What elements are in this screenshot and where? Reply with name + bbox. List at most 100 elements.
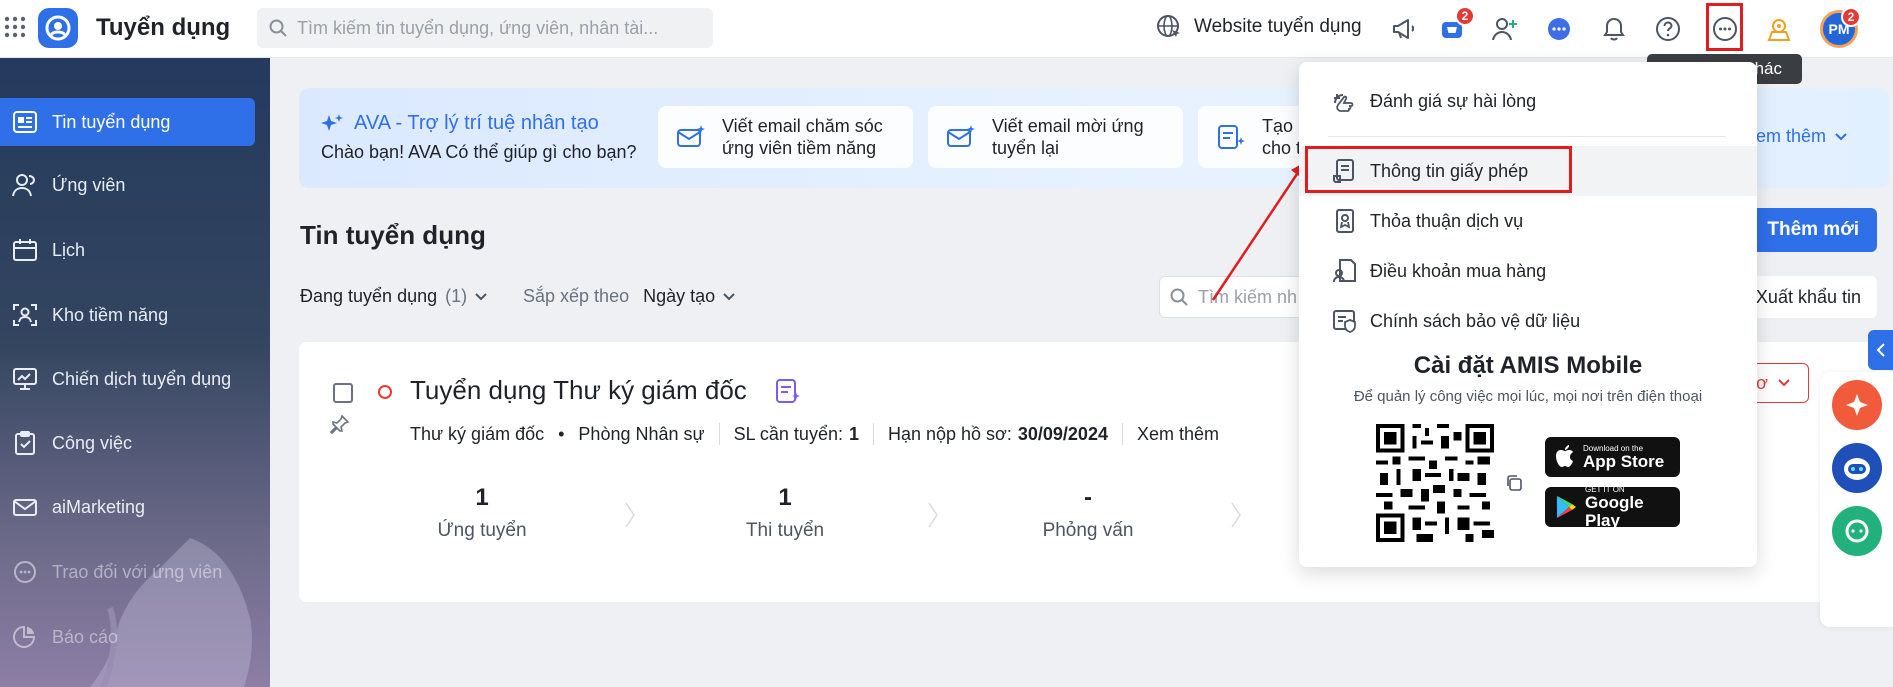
- stat-applied[interactable]: 1 Ứng tuyển: [402, 484, 562, 542]
- sort-label: Sắp xếp theo: [523, 286, 630, 306]
- apple-icon: [1555, 445, 1575, 469]
- job-see-more[interactable]: Xem thêm: [1137, 424, 1219, 445]
- sort-value: Ngày tạo: [643, 286, 716, 306]
- ava-subtitle: Chào bạn! AVA Có thể giúp gì cho bạn?: [321, 142, 637, 162]
- job-quantity: 1: [848, 423, 859, 444]
- help-icon[interactable]: [1651, 12, 1685, 46]
- chevron-down-icon: [475, 292, 487, 301]
- report-icon: [12, 625, 38, 649]
- sidebar-item-candidate-chat[interactable]: Trao đổi với ứng viên: [0, 548, 255, 596]
- task-icon: [12, 431, 38, 455]
- sidebar-item-aimarketing[interactable]: aiMarketing: [0, 483, 255, 531]
- stat-number: 1: [778, 484, 792, 511]
- menu-item-satisfaction[interactable]: Đánh giá sự hài lòng: [1299, 76, 1757, 126]
- sidebar: Tin tuyển dụng Ứng viên Lịch Kho tiềm nă…: [0, 58, 270, 687]
- status-filter[interactable]: Đang tuyển dụng (1): [300, 286, 487, 307]
- apps-grid-icon[interactable]: [4, 16, 26, 38]
- sidebar-item-label: Kho tiềm năng: [52, 304, 169, 325]
- menu-item-label: Chính sách bảo vệ dữ liệu: [1370, 310, 1581, 331]
- chevron-down-icon: [723, 292, 735, 301]
- ava-see-more[interactable]: em thêm: [1756, 126, 1848, 147]
- sidebar-item-label: Chiến dịch tuyển dụng: [52, 368, 232, 389]
- meta-divider: [718, 423, 720, 445]
- copy-icon[interactable]: [1505, 474, 1523, 492]
- meta-divider: [872, 423, 874, 445]
- sidebar-item-reports[interactable]: Báo cáo: [0, 613, 255, 661]
- chevron-left-icon: [1876, 343, 1886, 357]
- meta-divider: [1121, 423, 1123, 445]
- sidebar-item-label: Ứng viên: [52, 174, 126, 195]
- menu-item-label: Đánh giá sự hài lòng: [1370, 90, 1537, 111]
- ava-card-line1: Tạo: [1262, 116, 1294, 136]
- website-link[interactable]: Website tuyển dụng: [1156, 14, 1362, 40]
- page-title: Tin tuyển dụng: [300, 220, 486, 250]
- website-link-label: Website tuyển dụng: [1194, 16, 1362, 37]
- purchase-terms-icon: [1332, 258, 1358, 284]
- stat-number: -: [1084, 484, 1092, 511]
- ava-see-more-label: em thêm: [1756, 126, 1827, 146]
- sidebar-item-label: Trao đổi với ứng viên: [52, 561, 223, 582]
- google-play-button[interactable]: GET IT ON Google Play: [1545, 485, 1680, 529]
- sort-filter[interactable]: Sắp xếp theo Ngày tạo: [523, 286, 735, 307]
- ai-form-icon[interactable]: [774, 377, 802, 405]
- pin-icon[interactable]: [330, 414, 350, 434]
- avatar[interactable]: PM 2: [1820, 7, 1861, 48]
- globe-cursor-icon: [1156, 14, 1182, 40]
- sidebar-item-job-posts[interactable]: Tin tuyển dụng: [0, 98, 255, 146]
- mail-icon: [12, 495, 38, 519]
- ava-title-text: AVA - Trợ lý trí tuệ nhân tạo: [354, 112, 599, 134]
- agreement-icon: [1332, 208, 1358, 234]
- menu-divider: [1328, 136, 1726, 137]
- cart-icon[interactable]: 2: [1435, 6, 1475, 46]
- collapse-panel-tab[interactable]: [1868, 330, 1893, 370]
- ai-assistant-button[interactable]: [1832, 380, 1882, 430]
- search-icon: [269, 19, 287, 37]
- chevron-right-icon: [625, 502, 635, 528]
- job-title[interactable]: Tuyển dụng Thư ký giám đốc: [410, 375, 747, 406]
- global-search-input[interactable]: [297, 8, 697, 48]
- sidebar-item-talent-pool[interactable]: Kho tiềm năng: [0, 291, 255, 339]
- chevron-down-icon: [1778, 379, 1790, 387]
- job-post-icon: [12, 110, 38, 134]
- sidebar-item-calendar[interactable]: Lịch: [0, 226, 255, 274]
- ava-card-invite-email[interactable]: Viết email mời ứng tuyển lại: [928, 106, 1183, 168]
- support-chat-button[interactable]: [1832, 506, 1882, 556]
- sidebar-item-label: Báo cáo: [52, 626, 119, 647]
- sidebar-item-label: aiMarketing: [52, 496, 146, 517]
- megaphone-icon[interactable]: [1387, 12, 1421, 46]
- stat-interview[interactable]: - Phỏng vấn: [1008, 484, 1168, 542]
- job-checkbox[interactable]: [333, 383, 353, 403]
- ai-email-icon: [676, 123, 706, 151]
- robot-button[interactable]: [1832, 443, 1882, 493]
- status-filter-count: (1): [445, 286, 468, 306]
- ava-card-line2: tuyển lại: [992, 138, 1060, 158]
- menu-item-data-policy[interactable]: Chính sách bảo vệ dữ liệu: [1299, 296, 1757, 346]
- add-job-button[interactable]: Thêm mới: [1745, 208, 1877, 252]
- chat-bubble-icon[interactable]: [1542, 12, 1576, 46]
- menu-item-label: Thỏa thuận dịch vụ: [1370, 210, 1524, 231]
- job-deadline: 30/09/2024: [1017, 423, 1108, 444]
- sidebar-item-label: Lịch: [52, 239, 86, 260]
- app-store-button[interactable]: Download on the App Store: [1545, 437, 1680, 477]
- chevron-right-icon: [928, 502, 938, 528]
- bell-icon[interactable]: [1597, 12, 1631, 46]
- sidebar-item-tasks[interactable]: Công việc: [0, 419, 255, 467]
- export-button[interactable]: Xuất khẩu tin: [1740, 276, 1877, 318]
- stat-label: Ứng tuyển: [437, 520, 527, 541]
- calendar-icon: [12, 238, 38, 262]
- menu-item-service-agreement[interactable]: Thỏa thuận dịch vụ: [1299, 196, 1757, 246]
- job-deadline-label: Hạn nộp hồ sơ:: [887, 423, 1012, 444]
- sidebar-item-label: Công việc: [52, 432, 133, 453]
- app-logo[interactable]: [38, 8, 78, 48]
- sidebar-item-candidates[interactable]: Ứng viên: [0, 161, 255, 209]
- sidebar-item-campaign[interactable]: Chiến dịch tuyển dụng: [0, 355, 255, 403]
- add-user-icon[interactable]: [1488, 12, 1522, 46]
- ava-card-nurture-email[interactable]: Viết email chăm sóc ứng viên tiềm năng: [658, 106, 913, 168]
- job-status-text: ơ: [1756, 372, 1768, 393]
- global-search[interactable]: [257, 8, 713, 48]
- app-title: Tuyển dụng: [96, 14, 231, 41]
- menu-item-purchase-terms[interactable]: Điều khoản mua hàng: [1299, 246, 1757, 296]
- mobile-install-title: Cài đặt AMIS Mobile: [1413, 352, 1643, 379]
- stat-exam[interactable]: 1 Thi tuyển: [705, 484, 865, 542]
- award-icon[interactable]: [1762, 12, 1796, 46]
